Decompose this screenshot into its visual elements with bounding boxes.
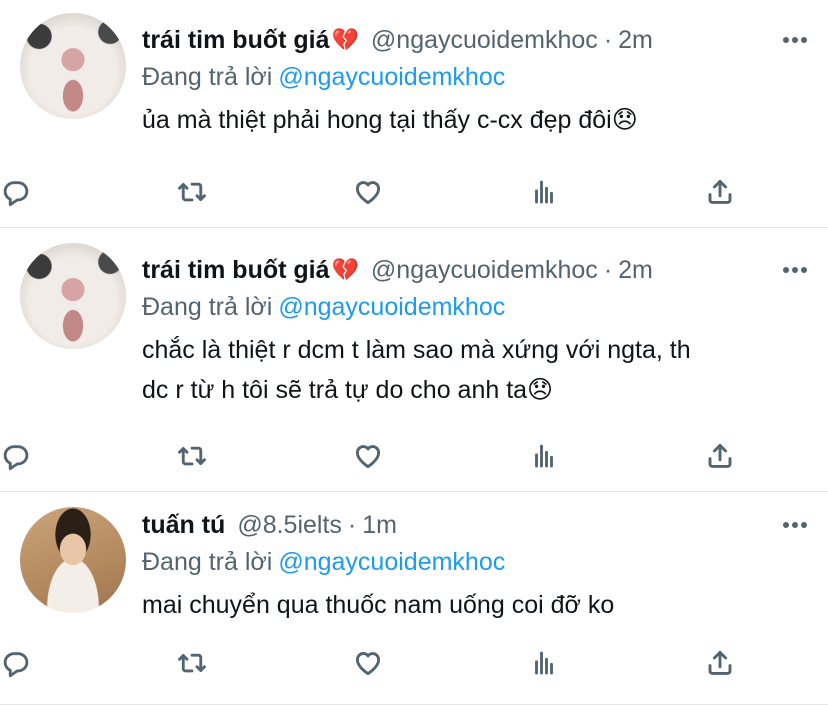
retweet-icon[interactable] (176, 176, 208, 208)
share-icon[interactable] (704, 176, 736, 208)
tweet[interactable]: trái tim buốt giá 💔 @ngaycuoidemkhoc · 2… (0, 228, 828, 492)
replying-to: Đang trả lời @ngaycuoidemkhoc (142, 545, 808, 579)
author-name[interactable]: tuấn tú (142, 511, 225, 540)
tweet-header: trái tim buốt giá 💔 @ngaycuoidemkhoc · 2… (142, 20, 808, 60)
timestamp[interactable]: 1m (362, 511, 397, 540)
separator-dot: · (347, 510, 357, 539)
replying-to: Đang trả lời @ngaycuoidemkhoc (142, 290, 808, 324)
share-icon[interactable] (704, 647, 736, 679)
replying-label: Đang trả lời (142, 293, 273, 321)
share-icon[interactable] (704, 440, 736, 472)
separator-dot: · (603, 25, 613, 54)
tweet-content: trái tim buốt giá 💔 @ngaycuoidemkhoc · 2… (142, 20, 808, 140)
broken-heart-emoji: 💔 (331, 257, 359, 282)
tweet-actions (0, 647, 828, 679)
like-icon[interactable] (352, 647, 384, 679)
mention-link[interactable]: @ngaycuoidemkhoc (278, 548, 505, 576)
tweet-text: ủa mà thiệt phải hong tại thấy c-cx đẹp … (142, 106, 638, 134)
like-icon[interactable] (352, 440, 384, 472)
replying-label: Đang trả lời (142, 548, 273, 576)
author-name[interactable]: trái tim buốt giá (142, 256, 330, 285)
more-options-icon[interactable] (768, 20, 808, 60)
mention-link[interactable]: @ngaycuoidemkhoc (278, 63, 505, 91)
analytics-icon[interactable] (528, 176, 560, 208)
tweet[interactable]: tuấn tú @8.5ielts · 1m Đang trả lời @ngay… (0, 492, 828, 705)
tweet[interactable]: trái tim buốt giá 💔 @ngaycuoidemkhoc · 2… (0, 0, 828, 228)
tweet-actions (0, 176, 828, 208)
author-handle[interactable]: @8.5ielts (237, 511, 342, 540)
separator-dot: · (603, 255, 613, 284)
more-options-icon[interactable] (768, 505, 808, 545)
reply-icon[interactable] (0, 176, 32, 208)
tweet-text: chắc là thiệt r dcm t làm sao mà xứng vớ… (142, 336, 691, 404)
tweet-actions (0, 440, 828, 472)
avatar[interactable] (20, 13, 126, 119)
avatar[interactable] (20, 243, 126, 349)
like-icon[interactable] (352, 176, 384, 208)
author-name[interactable]: trái tim buốt giá (142, 26, 330, 55)
timestamp[interactable]: 2m (618, 256, 653, 285)
tweet-content: trái tim buốt giá 💔 @ngaycuoidemkhoc · 2… (142, 250, 808, 410)
reply-icon[interactable] (0, 647, 32, 679)
replying-label: Đang trả lời (142, 63, 273, 91)
reply-icon[interactable] (0, 440, 32, 472)
mention-link[interactable]: @ngaycuoidemkhoc (278, 293, 505, 321)
tweet-text: mai chuyển qua thuốc nam uống coi đỡ ko (142, 591, 615, 619)
more-options-icon[interactable] (768, 250, 808, 290)
timestamp[interactable]: 2m (618, 26, 653, 55)
author-handle[interactable]: @ngaycuoidemkhoc (371, 26, 598, 55)
tweet-header: trái tim buốt giá 💔 @ngaycuoidemkhoc · 2… (142, 250, 808, 290)
author-handle[interactable]: @ngaycuoidemkhoc (371, 256, 598, 285)
avatar[interactable] (20, 507, 126, 613)
retweet-icon[interactable] (176, 440, 208, 472)
retweet-icon[interactable] (176, 647, 208, 679)
tweet-header: tuấn tú @8.5ielts · 1m (142, 505, 808, 545)
replying-to: Đang trả lời @ngaycuoidemkhoc (142, 60, 808, 94)
analytics-icon[interactable] (528, 647, 560, 679)
analytics-icon[interactable] (528, 440, 560, 472)
tweet-content: tuấn tú @8.5ielts · 1m Đang trả lời @ngay… (142, 505, 808, 625)
broken-heart-emoji: 💔 (331, 27, 359, 52)
